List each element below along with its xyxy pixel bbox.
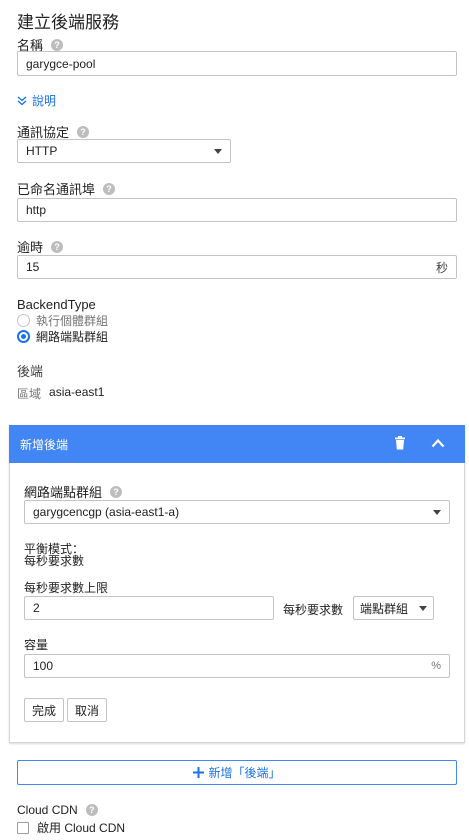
neg-select[interactable]: garygcencgp (asia-east1-a) [24, 500, 450, 524]
radio-network-endpoint-group-label: 網路端點群組 [36, 330, 109, 344]
named-port-label-row: 已命名通訊埠 ? [17, 179, 116, 198]
dropdown-arrow-icon [433, 509, 441, 515]
max-rps-input[interactable]: 2 [24, 596, 274, 620]
help-icon[interactable]: ? [51, 38, 64, 51]
radio-unchecked-icon [17, 314, 30, 327]
capacity-value: 100 [33, 659, 54, 673]
cdn-label: Cloud CDN [17, 803, 78, 817]
help-icon[interactable]: ? [85, 804, 98, 816]
radio-network-endpoint-group[interactable]: 網路端點群組 [17, 328, 108, 345]
region-value: asia-east1 [49, 385, 105, 399]
new-backend-panel-title: 新增後端 [20, 437, 69, 452]
cdn-checkbox-label: 啟用 Cloud CDN [37, 821, 126, 835]
region-label: 區域 [17, 387, 42, 401]
dropdown-arrow-icon [419, 605, 427, 611]
max-rps-unit: 每秒要求數 [283, 603, 344, 617]
max-rps-scope-selected: 端點群組 [360, 601, 409, 616]
timeout-input[interactable]: 15 秒 [17, 255, 457, 279]
radio-instance-group[interactable]: 執行個體群組 [17, 312, 108, 329]
help-icon[interactable]: ? [77, 125, 90, 138]
region-row: 區域 asia-east1 [17, 385, 104, 402]
cdn-label-row: Cloud CDN ? [17, 803, 98, 817]
capacity-input[interactable]: 100 % [24, 654, 450, 678]
name-input-value: garygce-pool [26, 56, 96, 71]
timeout-label: 逾時 [17, 240, 44, 255]
trash-icon[interactable] [394, 436, 406, 450]
max-rps-scope-select[interactable]: 端點群組 [353, 596, 434, 620]
cdn-checkbox[interactable] [17, 821, 29, 834]
add-backend-button[interactable]: 新增「後端」 [17, 760, 457, 785]
help-icon[interactable]: ? [110, 485, 123, 498]
balancing-mode-value: 每秒要求數 [24, 554, 85, 568]
neg-label: 網路端點群組 [24, 485, 103, 500]
backend-type-label: BackendType [17, 297, 96, 312]
radio-checked-icon [17, 330, 30, 343]
protocol-selected: HTTP [26, 144, 58, 158]
protocol-select[interactable]: HTTP [17, 139, 231, 163]
timeout-unit: 秒 [435, 260, 448, 275]
capacity-label: 容量 [24, 638, 49, 652]
max-rps-label: 每秒要求數上限 [24, 581, 109, 595]
chevron-up-icon[interactable] [431, 438, 445, 448]
help-icon[interactable]: ? [51, 240, 64, 253]
name-input[interactable]: garygce-pool [17, 51, 457, 76]
cdn-checkbox-row[interactable]: 啟用 Cloud CDN [17, 819, 125, 836]
max-rps-value: 2 [33, 601, 40, 615]
description-link-label: 說明 [32, 94, 57, 108]
page-title: 建立後端服務 [17, 13, 119, 32]
timeout-value: 15 [26, 260, 40, 274]
neg-selected: garygcencgp (asia-east1-a) [33, 505, 180, 519]
done-button[interactable]: 完成 [24, 698, 64, 722]
capacity-unit: % [431, 660, 441, 672]
plus-icon [193, 767, 205, 778]
description-toggle[interactable]: 說明 [17, 92, 56, 109]
cancel-button[interactable]: 取消 [67, 698, 107, 722]
neg-label-row: 網路端點群組 ? [24, 482, 123, 501]
radio-instance-group-label: 執行個體群組 [36, 314, 109, 328]
named-port-input[interactable]: http [17, 198, 457, 222]
add-backend-button-label: 新增「後端」 [208, 766, 281, 780]
double-chevron-down-icon [17, 95, 27, 105]
named-port-value: http [26, 203, 47, 217]
named-port-label: 已命名通訊埠 [17, 182, 96, 197]
timeout-label-row: 逾時 ? [17, 237, 64, 256]
help-icon[interactable]: ? [103, 182, 116, 195]
dropdown-arrow-icon [214, 148, 222, 154]
backends-heading: 後端 [17, 364, 44, 379]
